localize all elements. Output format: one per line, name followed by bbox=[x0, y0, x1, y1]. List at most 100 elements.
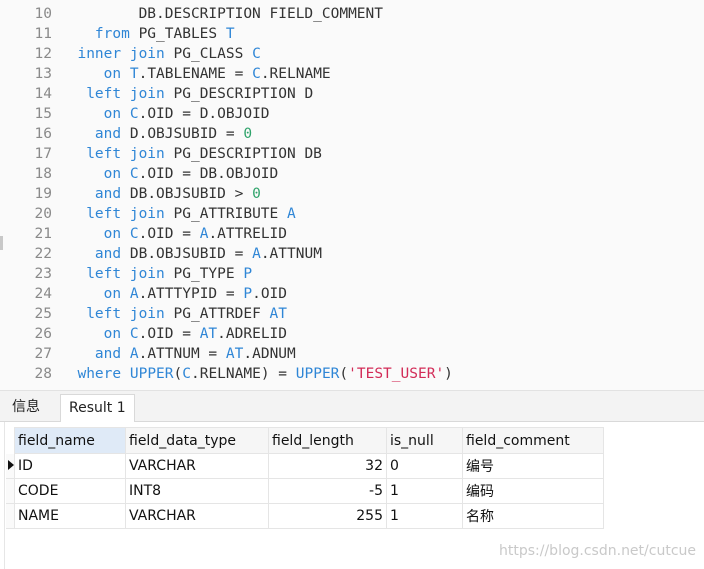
code-line[interactable]: 28 where UPPER(C.RELNAME) = UPPER('TEST_… bbox=[0, 364, 704, 384]
code-line[interactable]: 20 left join PG_ATTRIBUTE A bbox=[0, 204, 704, 224]
line-number: 24 bbox=[34, 286, 52, 302]
cell-field-comment[interactable]: 编码 bbox=[462, 478, 604, 504]
table-row[interactable]: NAME VARCHAR 255 1 名称 bbox=[6, 503, 604, 529]
cell-field-data-type[interactable]: INT8 bbox=[125, 478, 269, 504]
code-token: .OID = bbox=[138, 226, 200, 242]
column-header-is-null[interactable]: is_null bbox=[386, 427, 463, 454]
code-line[interactable]: 26 on C.OID = AT.ADRELID bbox=[0, 324, 704, 344]
code-token: T bbox=[129, 66, 139, 82]
code-line[interactable]: 15 on C.OID = D.OBJOID bbox=[0, 104, 704, 124]
code-token: .ATTNUM = bbox=[138, 346, 226, 362]
line-number: 26 bbox=[34, 326, 52, 342]
line-number: 16 bbox=[34, 126, 52, 142]
result-tabs: 信息 Result 1 bbox=[0, 391, 704, 422]
cell-field-length[interactable]: -5 bbox=[268, 478, 387, 504]
code-token: .RELNAME bbox=[260, 66, 331, 82]
code-line[interactable]: 11 from PG_TABLES T bbox=[0, 24, 704, 44]
cell-field-name[interactable]: ID bbox=[14, 453, 126, 479]
sql-editor[interactable]: 10 DB.DESCRIPTION FIELD_COMMENT 11 from P… bbox=[0, 0, 704, 390]
code-text: on C.OID = AT.ADRELID bbox=[60, 324, 287, 344]
results-grid-area: field_name field_data_type field_length … bbox=[0, 422, 704, 569]
code-token: A bbox=[129, 346, 139, 362]
code-token: DB.OBJSUBID = bbox=[121, 246, 253, 262]
code-line[interactable]: 14 left join PG_DESCRIPTION D bbox=[0, 84, 704, 104]
row-indicator-header bbox=[6, 427, 15, 454]
code-line[interactable]: 18 on C.OID = DB.OBJOID bbox=[0, 164, 704, 184]
code-line[interactable]: 22 and DB.OBJSUBID = A.ATTNUM bbox=[0, 244, 704, 264]
cell-field-comment[interactable]: 编号 bbox=[462, 453, 604, 479]
code-token: 0 bbox=[243, 126, 253, 142]
column-header-field-data-type[interactable]: field_data_type bbox=[125, 427, 269, 454]
code-token: left join bbox=[86, 306, 165, 322]
cell-field-length[interactable]: 255 bbox=[268, 503, 387, 529]
code-text: on C.OID = A.ATTRELID bbox=[60, 224, 287, 244]
code-line[interactable]: 13 on T.TABLENAME = C.RELNAME bbox=[0, 64, 704, 84]
code-token: .OID = bbox=[138, 326, 200, 342]
code-token: 0 bbox=[252, 186, 261, 202]
cell-field-name[interactable]: CODE bbox=[14, 478, 126, 504]
column-header-field-comment[interactable]: field_comment bbox=[462, 427, 604, 454]
column-header-field-length[interactable]: field_length bbox=[268, 427, 387, 454]
cell-is-null[interactable]: 1 bbox=[386, 478, 463, 504]
code-token: P bbox=[243, 286, 253, 302]
cell-field-data-type[interactable]: VARCHAR bbox=[125, 503, 269, 529]
code-token: left join bbox=[86, 266, 165, 282]
cell-field-data-type[interactable]: VARCHAR bbox=[125, 453, 269, 479]
code-line[interactable]: 12 inner join PG_CLASS C bbox=[0, 44, 704, 64]
code-line[interactable]: 19 and DB.OBJSUBID > 0 bbox=[0, 184, 704, 204]
results-grid: field_name field_data_type field_length … bbox=[6, 427, 604, 529]
code-line[interactable]: 25 left join PG_ATTRDEF AT bbox=[0, 304, 704, 324]
code-line[interactable]: 17 left join PG_DESCRIPTION DB bbox=[0, 144, 704, 164]
line-number: 10 bbox=[34, 6, 52, 22]
code-token: AT bbox=[225, 346, 244, 362]
code-token: PG_TABLES bbox=[129, 26, 226, 42]
code-line[interactable]: 10 DB.DESCRIPTION FIELD_COMMENT bbox=[0, 4, 704, 24]
line-number: 27 bbox=[34, 346, 52, 362]
cell-field-name[interactable]: NAME bbox=[14, 503, 126, 529]
code-text: and DB.OBJSUBID > 0 bbox=[60, 184, 261, 204]
code-text: and D.OBJSUBID = 0 bbox=[60, 124, 252, 144]
cell-is-null[interactable]: 1 bbox=[386, 503, 463, 529]
line-number: 19 bbox=[34, 186, 52, 202]
cell-is-null[interactable]: 0 bbox=[386, 453, 463, 479]
code-line[interactable]: 23 left join PG_TYPE P bbox=[0, 264, 704, 284]
code-text: left join PG_DESCRIPTION D bbox=[60, 84, 313, 104]
column-header-field-name[interactable]: field_name bbox=[14, 427, 126, 454]
table-row[interactable]: CODE INT8 -5 1 编码 bbox=[6, 478, 604, 504]
code-token: C bbox=[252, 66, 261, 82]
tab-info[interactable]: 信息 bbox=[4, 394, 48, 421]
tab-result-1[interactable]: Result 1 bbox=[60, 394, 135, 422]
code-text: left join PG_ATTRDEF AT bbox=[60, 304, 287, 324]
cell-field-length[interactable]: 32 bbox=[268, 453, 387, 479]
code-token: T bbox=[225, 26, 235, 42]
code-line[interactable]: 16 and D.OBJSUBID = 0 bbox=[0, 124, 704, 144]
cell-field-comment[interactable]: 名称 bbox=[462, 503, 604, 529]
code-token: and bbox=[94, 126, 122, 142]
table-row[interactable]: ID VARCHAR 32 0 编号 bbox=[6, 453, 604, 479]
code-token: and bbox=[94, 186, 122, 202]
row-indicator bbox=[6, 478, 15, 504]
code-line[interactable]: 21 on C.OID = A.ATTRELID bbox=[0, 224, 704, 244]
code-line[interactable]: 24 on A.ATTTYPID = P.OID bbox=[0, 284, 704, 304]
code-token: PG_TYPE bbox=[164, 266, 244, 282]
code-token: PG_CLASS bbox=[164, 46, 253, 62]
code-token: on bbox=[103, 226, 122, 242]
line-number: 21 bbox=[34, 226, 52, 242]
code-line[interactable]: 27 and A.ATTNUM = AT.ADNUM bbox=[0, 344, 704, 364]
code-text: inner join PG_CLASS C bbox=[60, 44, 260, 64]
code-text: left join PG_DESCRIPTION DB bbox=[60, 144, 322, 164]
